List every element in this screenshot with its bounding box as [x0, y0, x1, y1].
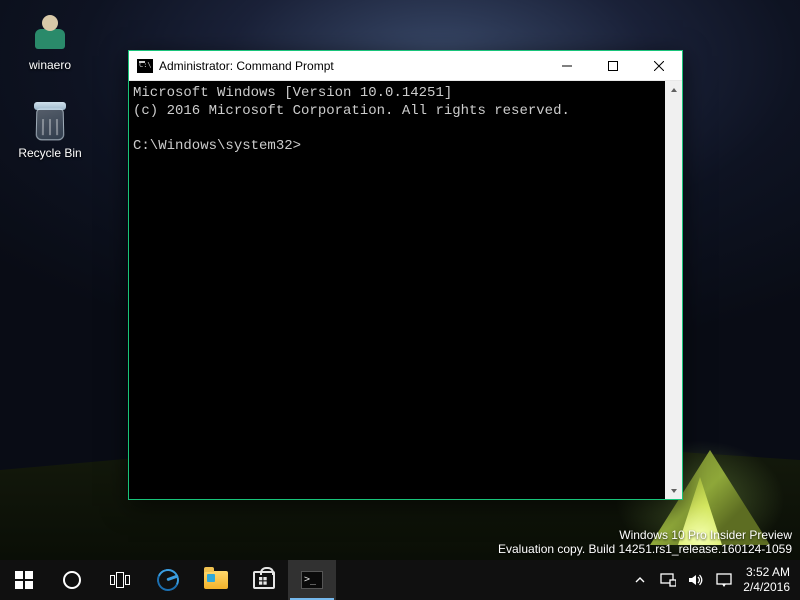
taskbar[interactable]: 3:52 AM 2/4/2016	[0, 560, 800, 600]
chevron-up-icon	[635, 575, 645, 585]
taskbar-app-file-explorer[interactable]	[192, 560, 240, 600]
task-view-button[interactable]	[96, 560, 144, 600]
folder-icon	[204, 571, 228, 589]
task-view-icon	[110, 572, 130, 588]
tray-overflow-button[interactable]	[631, 560, 649, 600]
user-icon	[29, 12, 71, 54]
network-icon	[660, 573, 676, 587]
console-prompt: C:\Windows\system32>	[133, 138, 301, 154]
scroll-down-button[interactable]	[665, 482, 682, 499]
console-line: (c) 2016 Microsoft Corporation. All righ…	[133, 103, 570, 119]
clock-time: 3:52 AM	[743, 565, 790, 580]
clock-date: 2/4/2016	[743, 580, 790, 595]
taskbar-app-command-prompt[interactable]	[288, 560, 336, 600]
window-title: Administrator: Command Prompt	[159, 59, 544, 73]
tray-network-button[interactable]	[659, 560, 677, 600]
system-tray[interactable]: 3:52 AM 2/4/2016	[625, 560, 800, 600]
watermark-line: Windows 10 Pro Insider Preview	[498, 528, 792, 542]
taskbar-clock[interactable]: 3:52 AM 2/4/2016	[743, 565, 790, 595]
cortana-button[interactable]	[48, 560, 96, 600]
close-button[interactable]	[636, 51, 682, 81]
store-icon	[253, 571, 275, 589]
tray-volume-button[interactable]	[687, 560, 705, 600]
command-prompt-window[interactable]: Administrator: Command Prompt Microsoft …	[128, 50, 683, 500]
volume-icon	[688, 573, 704, 587]
cmd-icon	[301, 571, 323, 589]
cortana-icon	[63, 571, 81, 589]
desktop-icon-label: Recycle Bin	[12, 146, 88, 160]
vertical-scrollbar[interactable]	[665, 81, 682, 499]
taskbar-app-store[interactable]	[240, 560, 288, 600]
recycle-bin-icon	[29, 100, 71, 142]
titlebar[interactable]: Administrator: Command Prompt	[129, 51, 682, 81]
cmd-title-icon	[137, 59, 153, 73]
edge-icon	[154, 566, 182, 594]
windows-watermark: Windows 10 Pro Insider Preview Evaluatio…	[498, 528, 792, 556]
desktop-icon-label: winaero	[12, 58, 88, 72]
start-button[interactable]	[0, 560, 48, 600]
desktop-icon-winaero[interactable]: winaero	[12, 12, 88, 72]
windows-logo-icon	[15, 571, 33, 589]
scroll-up-button[interactable]	[665, 81, 682, 98]
scroll-track[interactable]	[665, 98, 682, 482]
tray-notifications-button[interactable]	[715, 560, 733, 600]
maximize-button[interactable]	[590, 51, 636, 81]
watermark-line: Evaluation copy. Build 14251.rs1_release…	[498, 542, 792, 556]
desktop-icon-recycle-bin[interactable]: Recycle Bin	[12, 100, 88, 160]
minimize-button[interactable]	[544, 51, 590, 81]
console-output[interactable]: Microsoft Windows [Version 10.0.14251] (…	[129, 81, 665, 499]
desktop[interactable]: winaero Recycle Bin Administrator: Comma…	[0, 0, 800, 600]
notifications-icon	[716, 573, 732, 587]
taskbar-app-edge[interactable]	[144, 560, 192, 600]
console-line: Microsoft Windows [Version 10.0.14251]	[133, 85, 452, 101]
